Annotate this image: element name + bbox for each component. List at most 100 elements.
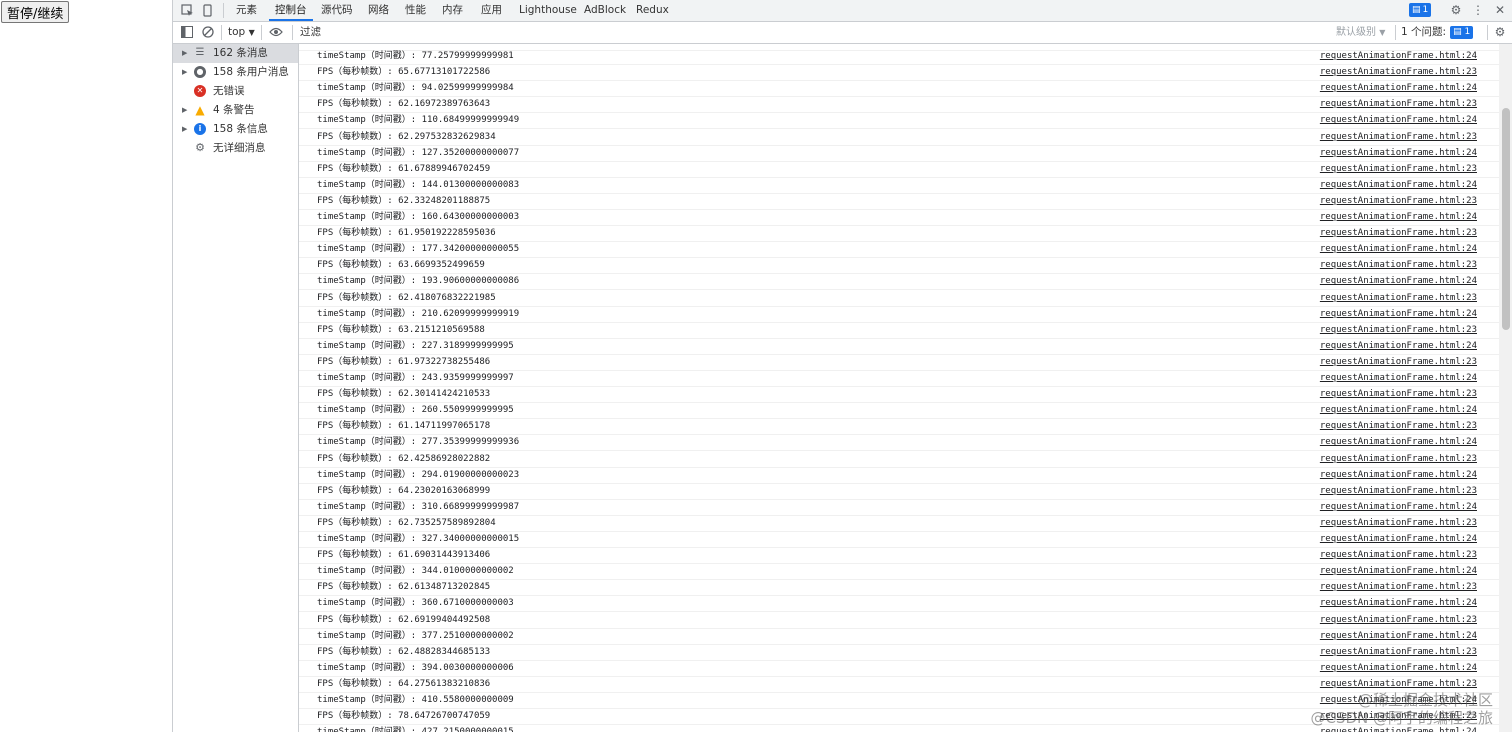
list-icon: ☰ bbox=[195, 47, 205, 58]
sidebar-item-messages[interactable]: ▶ ☰ 162 条消息 bbox=[173, 44, 298, 63]
log-row: FPS（每秒帧数）: 63.2151210569588 requestAnimat… bbox=[299, 322, 1502, 339]
log-source-link[interactable]: requestAnimationFrame.html:24 bbox=[1320, 467, 1477, 483]
log-message: FPS（每秒帧数）: 78.64726700747059 bbox=[317, 711, 491, 722]
page-content: 暂停/继续 bbox=[0, 0, 172, 732]
tab-1[interactable]: 控制台 bbox=[269, 0, 313, 21]
sidebar-toggle-icon[interactable] bbox=[179, 24, 195, 40]
sidebar-item-errors[interactable]: ✕ 无错误 bbox=[173, 82, 298, 101]
tab-4[interactable]: 性能 bbox=[399, 0, 432, 21]
log-source-link[interactable]: requestAnimationFrame.html:24 bbox=[1320, 402, 1477, 418]
tab-3[interactable]: 网络 bbox=[362, 0, 395, 21]
expand-arrow-icon[interactable]: ▶ bbox=[182, 120, 187, 139]
log-source-link[interactable]: requestAnimationFrame.html:24 bbox=[1320, 112, 1477, 128]
sidebar-item-warnings[interactable]: ▶ ▲ 4 条警告 bbox=[173, 101, 298, 120]
tab-9[interactable]: Redux bbox=[630, 0, 675, 21]
console-settings-gear-icon[interactable]: ⚙ bbox=[1492, 24, 1508, 40]
log-source-link[interactable]: requestAnimationFrame.html:23 bbox=[1320, 644, 1477, 660]
console-scrollbar[interactable] bbox=[1499, 44, 1512, 732]
log-source-link[interactable]: requestAnimationFrame.html:23 bbox=[1320, 322, 1477, 338]
console-log-area: timeStamp（时间戳）: 77.25799999999981 request… bbox=[299, 44, 1502, 732]
more-options-icon[interactable]: ⋮ bbox=[1470, 2, 1486, 18]
log-message: FPS（每秒帧数）: 62.297532832629834 bbox=[317, 131, 496, 142]
pause-resume-button[interactable]: 暂停/继续 bbox=[1, 1, 70, 23]
log-source-link[interactable]: requestAnimationFrame.html:23 bbox=[1320, 64, 1477, 80]
log-row: FPS（每秒帧数）: 62.61348713202845 requestAnima… bbox=[299, 579, 1502, 597]
issues-count-badge: ▤ 1 bbox=[1450, 26, 1474, 39]
tab-8[interactable]: AdBlock bbox=[578, 0, 632, 21]
tab-7[interactable]: Lighthouse bbox=[513, 0, 583, 21]
log-source-link[interactable]: requestAnimationFrame.html:23 bbox=[1320, 483, 1477, 499]
sidebar-item-user-messages[interactable]: ▶ ● 158 条用户消息 bbox=[173, 63, 298, 82]
log-message: FPS（每秒帧数）: 62.61348713202845 bbox=[317, 582, 491, 593]
scrollbar-thumb[interactable] bbox=[1502, 108, 1510, 330]
log-row: FPS（每秒帧数）: 61.14711997065178 requestAnima… bbox=[299, 418, 1502, 436]
log-message: timeStamp（时间戳）: 110.68499999999949 bbox=[317, 115, 520, 126]
log-source-link[interactable]: requestAnimationFrame.html:23 bbox=[1320, 354, 1477, 370]
log-source-link[interactable]: requestAnimationFrame.html:23 bbox=[1320, 161, 1477, 177]
log-source-link[interactable]: requestAnimationFrame.html:24 bbox=[1320, 660, 1477, 676]
context-selector[interactable]: top ▼ bbox=[228, 25, 255, 40]
log-source-link[interactable]: requestAnimationFrame.html:23 bbox=[1320, 257, 1477, 273]
dropdown-arrow-icon: ▼ bbox=[248, 28, 255, 37]
inspect-element-icon[interactable] bbox=[179, 2, 195, 18]
log-row: FPS（每秒帧数）: 62.42586928022882 requestAnima… bbox=[299, 451, 1502, 468]
log-source-link[interactable]: requestAnimationFrame.html:24 bbox=[1320, 434, 1477, 450]
log-source-link[interactable]: requestAnimationFrame.html:23 bbox=[1320, 451, 1477, 467]
log-source-link[interactable]: requestAnimationFrame.html:24 bbox=[1320, 531, 1477, 547]
log-message: FPS（每秒帧数）: 62.418076832221985 bbox=[317, 292, 496, 303]
log-message: timeStamp（时间戳）: 327.34000000000015 bbox=[317, 534, 520, 544]
live-expression-eye-icon[interactable] bbox=[268, 24, 284, 40]
expand-arrow-icon[interactable]: ▶ bbox=[182, 63, 187, 82]
log-source-link[interactable]: requestAnimationFrame.html:24 bbox=[1320, 241, 1477, 257]
log-source-link[interactable]: requestAnimationFrame.html:24 bbox=[1320, 145, 1477, 161]
log-source-link[interactable]: requestAnimationFrame.html:24 bbox=[1320, 628, 1477, 644]
log-source-link[interactable]: requestAnimationFrame.html:24 bbox=[1320, 306, 1477, 322]
issues-counter[interactable]: 1 个问题: ▤ 1 bbox=[1401, 24, 1474, 41]
log-source-link[interactable]: requestAnimationFrame.html:24 bbox=[1320, 80, 1477, 96]
tab-5[interactable]: 内存 bbox=[436, 0, 469, 21]
expand-arrow-icon[interactable]: ▶ bbox=[182, 44, 187, 63]
log-message: FPS（每秒帧数）: 62.16972389763643 bbox=[317, 99, 491, 110]
tab-2[interactable]: 源代码 bbox=[315, 0, 359, 21]
log-source-link[interactable]: requestAnimationFrame.html:23 bbox=[1320, 515, 1477, 531]
log-source-link[interactable]: requestAnimationFrame.html:23 bbox=[1320, 386, 1477, 402]
log-source-link[interactable]: requestAnimationFrame.html:23 bbox=[1320, 579, 1477, 595]
log-source-link[interactable]: requestAnimationFrame.html:24 bbox=[1320, 338, 1477, 354]
tab-0[interactable]: 元素 bbox=[230, 0, 263, 21]
clear-console-icon[interactable] bbox=[200, 24, 216, 40]
settings-gear-icon[interactable]: ⚙ bbox=[1448, 2, 1464, 18]
log-source-link[interactable]: requestAnimationFrame.html:24 bbox=[1320, 499, 1477, 515]
log-source-link[interactable]: requestAnimationFrame.html:24 bbox=[1320, 209, 1477, 225]
log-source-link[interactable]: requestAnimationFrame.html:23 bbox=[1320, 129, 1477, 145]
sidebar-item-verbose[interactable]: ⚙ 无详细消息 bbox=[173, 139, 298, 158]
log-source-link[interactable]: requestAnimationFrame.html:23 bbox=[1320, 225, 1477, 241]
log-row: FPS（每秒帧数）: 62.735257589892804 requestAnim… bbox=[299, 515, 1502, 532]
log-levels-dropdown[interactable]: 默认级别 ▼ bbox=[1336, 25, 1385, 40]
log-source-link[interactable]: requestAnimationFrame.html:23 bbox=[1320, 547, 1477, 563]
log-source-link[interactable]: requestAnimationFrame.html:23 bbox=[1320, 96, 1477, 112]
watermark-text: @CSDN @阿宇的编程之旅 bbox=[1310, 709, 1493, 727]
device-toolbar-icon[interactable] bbox=[199, 2, 215, 18]
log-source-link[interactable]: requestAnimationFrame.html:23 bbox=[1320, 290, 1477, 306]
log-source-link[interactable]: requestAnimationFrame.html:24 bbox=[1320, 177, 1477, 193]
sidebar-item-info[interactable]: ▶ i 158 条信息 bbox=[173, 120, 298, 139]
log-row: FPS（每秒帧数）: 62.69199404492508 requestAnima… bbox=[299, 612, 1502, 629]
filter-input[interactable]: 过滤 bbox=[298, 25, 1330, 40]
log-source-link[interactable]: requestAnimationFrame.html:23 bbox=[1320, 418, 1477, 434]
log-source-link[interactable]: requestAnimationFrame.html:23 bbox=[1320, 612, 1477, 628]
log-source-link[interactable]: requestAnimationFrame.html:24 bbox=[1320, 563, 1477, 579]
log-source-link[interactable]: requestAnimationFrame.html:23 bbox=[1320, 193, 1477, 209]
warning-icon: ▲ bbox=[195, 103, 205, 117]
log-row: timeStamp（时间戳）: 294.01900000000023 reques… bbox=[299, 467, 1502, 484]
log-source-link[interactable]: requestAnimationFrame.html:24 bbox=[1320, 595, 1477, 611]
log-source-link[interactable]: requestAnimationFrame.html:24 bbox=[1320, 273, 1477, 289]
log-source-link[interactable]: requestAnimationFrame.html:24 bbox=[1320, 370, 1477, 386]
tab-6[interactable]: 应用 bbox=[475, 0, 508, 21]
log-row: timeStamp（时间戳）: 210.62099999999919 reques… bbox=[299, 306, 1502, 323]
log-message: FPS（每秒帧数）: 62.33248201188875 bbox=[317, 195, 491, 206]
expand-arrow-icon[interactable]: ▶ bbox=[182, 101, 187, 120]
log-source-link[interactable]: requestAnimationFrame.html:24 bbox=[1320, 48, 1477, 64]
close-icon[interactable]: ✕ bbox=[1492, 2, 1508, 18]
console-sidebar: ▶ ☰ 162 条消息 ▶ ● 158 条用户消息 ✕ 无错误 ▶ ▲ 4 条警… bbox=[173, 44, 299, 732]
issues-badge[interactable]: ▤ 1 bbox=[1409, 3, 1432, 17]
